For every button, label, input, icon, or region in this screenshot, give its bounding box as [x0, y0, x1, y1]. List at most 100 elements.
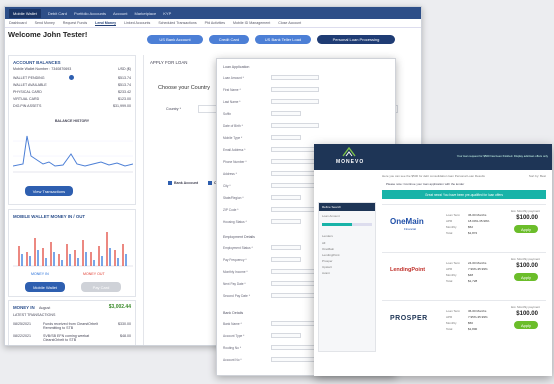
account-type-select[interactable] [271, 333, 301, 338]
form-row: Date of Birth * [223, 123, 319, 128]
menu-mobile-id[interactable]: Mobile ID Management [233, 21, 270, 25]
field-label: Loan Amount * [223, 75, 244, 80]
offer-value: 24-60 Months [468, 261, 487, 265]
apply-button[interactable]: Apply [514, 225, 538, 233]
first-name-input[interactable] [271, 87, 319, 92]
form-row: First Name * [223, 87, 319, 92]
dob-input[interactable] [271, 123, 319, 128]
pay-card-button[interactable]: Pay Card [81, 282, 121, 292]
transaction-description: Funds received from ClearstOrbelt Remmit… [43, 322, 98, 330]
menu-scheduled-transactions[interactable]: Scheduled Transactions [158, 21, 196, 25]
form-row: Phone Number * [223, 159, 319, 164]
tab-marketplace[interactable]: Marketplace [134, 11, 156, 16]
info-icon[interactable] [69, 75, 74, 80]
sort-dropdown[interactable]: Sort by: Best [529, 174, 546, 178]
routing-input[interactable] [271, 345, 319, 350]
est-monthly-label: Est. Monthly payment [511, 257, 540, 261]
sub-menu-bar: Dashboard Send Money Request Funds Lend … [5, 19, 421, 28]
bank-teller-load-button[interactable]: US Bank Teller Load [255, 35, 311, 44]
employment-select[interactable] [271, 245, 301, 250]
header-note: Your loan request for $500 has been fini… [456, 154, 548, 158]
tab-kyp[interactable]: KYP [163, 11, 171, 16]
form-row: Last Name * [223, 99, 319, 104]
field-label: ZIP Code * [223, 207, 239, 212]
menu-dashboard[interactable]: Dashboard [9, 21, 27, 25]
refine-search-title: Refine Search [319, 203, 375, 211]
lender-name: OneMain [390, 217, 424, 226]
balance-value: $233.42 [118, 90, 131, 94]
account-number-input[interactable] [271, 357, 319, 362]
employment-section-title: Employment Details [223, 235, 255, 239]
balance-value: $513.74 [118, 76, 131, 80]
loan-offer-card: LendingPoint Loan Term 24-60 Months APR … [382, 252, 546, 296]
tab-mobile-wallet[interactable]: Mobile Wallet [9, 8, 41, 18]
lender-option[interactable]: Avant [319, 270, 375, 276]
pay-frequency-select[interactable] [271, 257, 301, 262]
last-name-input[interactable] [271, 99, 319, 104]
loan-amount-input[interactable] [271, 75, 319, 80]
city-input[interactable] [271, 183, 319, 188]
bank-name-input[interactable] [271, 321, 319, 326]
form-row: Loan Amount * [223, 75, 319, 80]
suffix-select[interactable] [271, 111, 301, 116]
transaction-date: 08/22/2021 [13, 334, 31, 338]
menu-pfd-activities[interactable]: Pfd Activities [205, 21, 225, 25]
field-label: Date of Birth * [223, 123, 243, 128]
menu-request-funds[interactable]: Request Funds [63, 21, 87, 25]
income-input[interactable] [271, 269, 319, 274]
personal-loan-button[interactable]: Personal Loan Processing [317, 35, 395, 44]
menu-linked-accounts[interactable]: Linked Accounts [124, 21, 150, 25]
card-checkbox[interactable] [208, 181, 212, 185]
menu-lend-money[interactable]: Lend Money [95, 21, 117, 26]
mobile-wallet-button[interactable]: Mobile Wallet [25, 282, 65, 292]
loan-offer-card: PROSPER Loan Term 36-60 Months APR 7.95%… [382, 300, 546, 344]
menu-close-account[interactable]: Close Account [278, 21, 301, 25]
subbanner-note: Please note: Continue your loan applicat… [386, 182, 465, 186]
menu-send-money[interactable]: Send Money [35, 21, 55, 25]
housing-select[interactable] [271, 219, 301, 224]
offer-value: 7.95%-35.99% [468, 315, 488, 319]
us-bank-account-button[interactable]: US Bank Account [147, 35, 203, 44]
view-transactions-button[interactable]: View Transactions [25, 186, 73, 196]
credit-card-button[interactable]: Credit Card [209, 35, 249, 44]
apply-button[interactable]: Apply [514, 273, 538, 281]
state-select[interactable] [271, 195, 301, 200]
field-label: Suffix [223, 111, 231, 116]
email-input[interactable] [271, 147, 319, 152]
money-in-period: August [39, 306, 51, 310]
tab-portfolio-accounts[interactable]: Portfolio Accounts [74, 11, 106, 16]
phone-input[interactable] [271, 159, 319, 164]
field-label: Account No * [223, 357, 242, 362]
bank-account-checkbox[interactable] [168, 181, 172, 185]
offer-label: APR [446, 219, 453, 223]
loan-amount-slider[interactable] [322, 223, 372, 226]
address-input[interactable] [271, 171, 319, 176]
zip-input[interactable] [271, 207, 319, 212]
field-label: Housing Status * [223, 219, 247, 224]
next-pay-date-input[interactable] [271, 281, 319, 286]
top-navigation-bar: Mobile Wallet Debit Card Portfolio Accou… [5, 7, 421, 19]
apply-button[interactable]: Apply [514, 321, 538, 329]
monevo-offers-window: MONEVO Your loan request for $500 has be… [314, 144, 552, 376]
form-row: Next Pay Date * [223, 281, 319, 286]
balance-label: PHYSICAL CARD [13, 90, 42, 94]
money-flow-title: MOBILE WALLET MONEY IN / OUT [13, 214, 86, 219]
form-row: Mobile Type * [223, 135, 301, 140]
form-row: Address * [223, 171, 319, 176]
bank-section-title: Bank Details [223, 311, 244, 315]
tab-account[interactable]: Account [113, 11, 127, 16]
field-label: State/Region * [223, 195, 244, 200]
offer-label: APR [446, 267, 453, 271]
loan-amount-filter-label: Loan Amount [322, 214, 340, 218]
second-pay-date-input[interactable] [271, 293, 319, 298]
offer-value: $52 [468, 225, 474, 229]
money-in-out-chart [13, 232, 133, 267]
mobile-type-select[interactable] [271, 135, 301, 140]
offer-amount: $100.00 [516, 263, 538, 269]
form-row: City * [223, 183, 319, 188]
apply-for-loan-title: APPLY FOR LOAN [150, 60, 188, 65]
monevo-header: MONEVO Your loan request for $500 has be… [314, 144, 552, 170]
field-label: Mobile Type * [223, 135, 243, 140]
tab-debit-card[interactable]: Debit Card [48, 11, 67, 16]
form-row: Suffix [223, 111, 301, 116]
